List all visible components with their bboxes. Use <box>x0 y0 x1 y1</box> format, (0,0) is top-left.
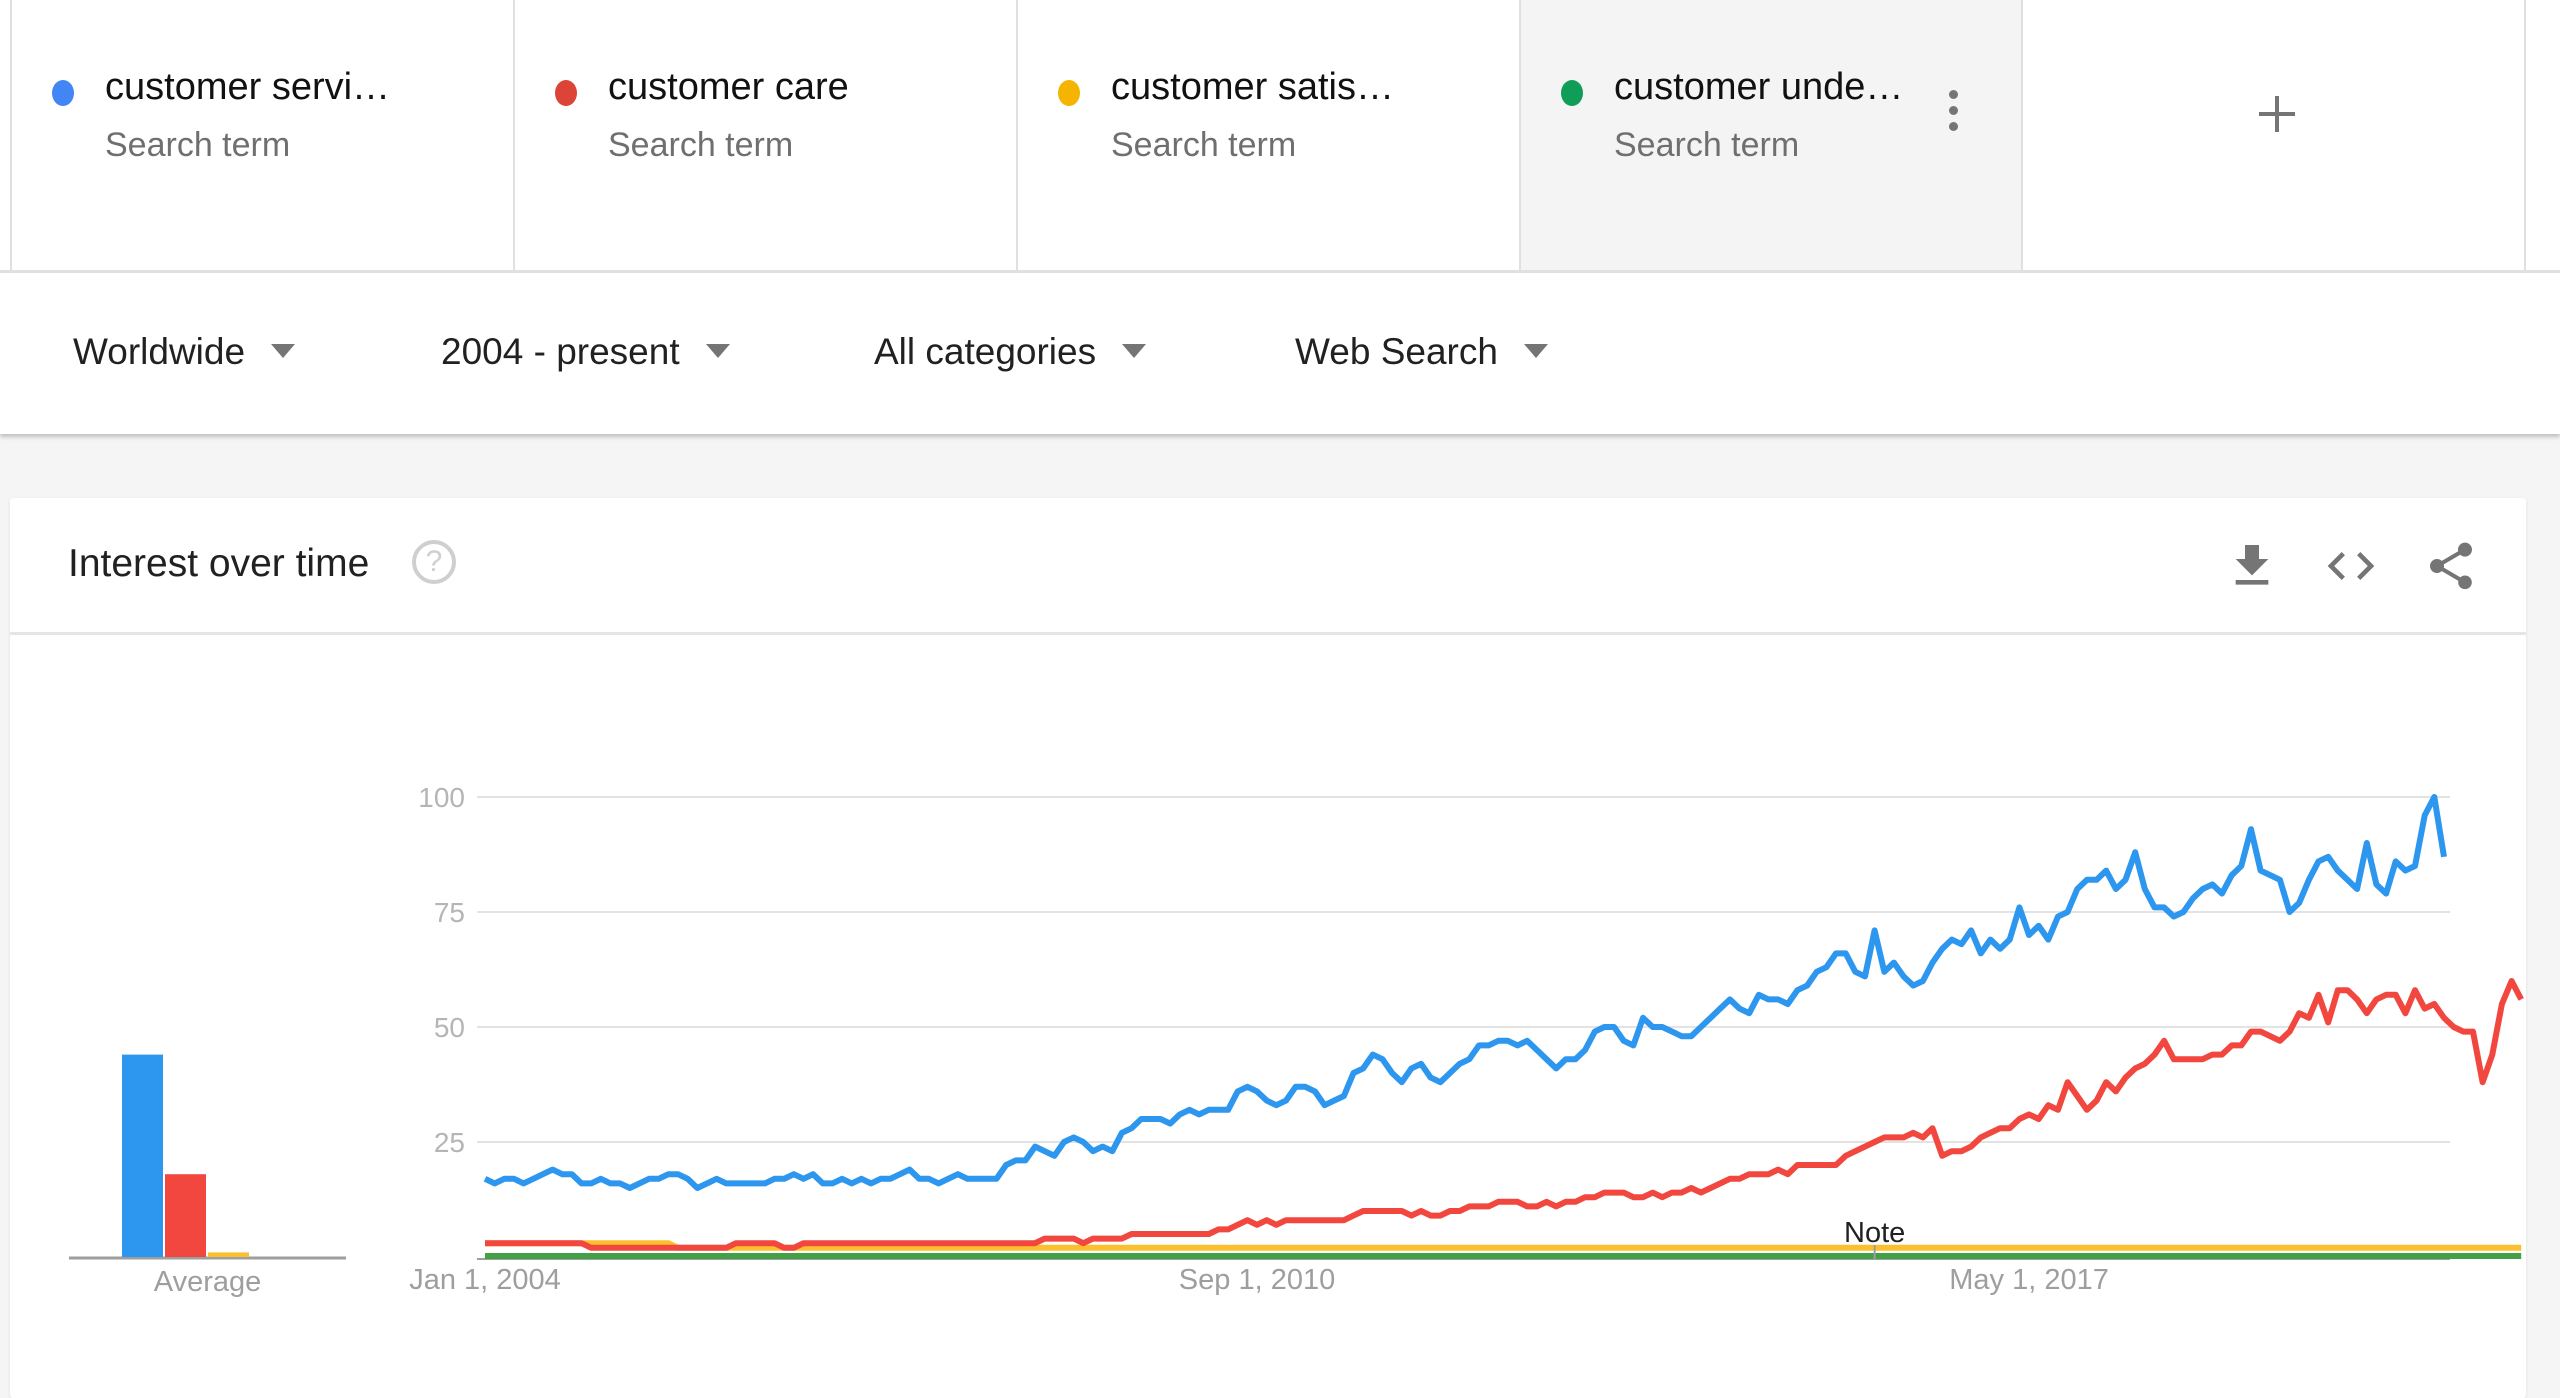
search-term-type: Search term <box>1111 126 1297 164</box>
search-type-dropdown[interactable]: Web Search <box>1295 331 1548 373</box>
card-header: Interest over time ? <box>10 498 2526 635</box>
series-color-dot <box>555 80 577 106</box>
dropdown-label: Web Search <box>1295 331 1498 372</box>
search-term-tile[interactable]: customer servi… Search term <box>10 0 513 270</box>
region-dropdown[interactable]: Worldwide <box>73 331 296 373</box>
category-dropdown[interactable]: All categories <box>874 331 1147 373</box>
series-color-dot <box>52 80 74 106</box>
search-term-label: customer unde… <box>1614 66 1904 108</box>
dropdown-label: Worldwide <box>73 331 246 372</box>
search-term-label: customer servi… <box>105 66 391 108</box>
caret-down-icon <box>271 344 296 358</box>
search-term-type: Search term <box>608 126 794 164</box>
time-range-dropdown[interactable]: 2004 - present <box>441 331 730 373</box>
plus-icon <box>2259 96 2295 132</box>
filter-bar: Worldwide 2004 - present All categories … <box>0 273 2560 434</box>
more-options-icon[interactable] <box>1946 90 1960 136</box>
embed-code-icon[interactable] <box>2323 538 2379 594</box>
search-term-tile[interactable]: customer unde… Search term <box>1519 0 2022 270</box>
card-title: Interest over time <box>68 542 370 585</box>
series-color-dot <box>1058 80 1080 106</box>
search-term-tile[interactable]: customer satis… Search term <box>1016 0 1519 270</box>
series-color-dot <box>1561 80 1583 106</box>
caret-down-icon <box>1523 344 1548 358</box>
search-term-label: customer care <box>608 66 849 108</box>
add-comparison-button[interactable] <box>2021 0 2526 270</box>
dropdown-label: All categories <box>874 331 1097 372</box>
caret-down-icon <box>1122 344 1147 358</box>
share-icon[interactable] <box>2423 538 2479 594</box>
search-term-type: Search term <box>1614 126 1800 164</box>
search-terms-bar: customer servi… Search term customer car… <box>0 0 2560 273</box>
dropdown-label: 2004 - present <box>441 331 680 372</box>
caret-down-icon <box>705 344 730 358</box>
search-term-tile[interactable]: customer care Search term <box>513 0 1016 270</box>
help-icon[interactable]: ? <box>412 540 456 584</box>
search-term-label: customer satis… <box>1111 66 1394 108</box>
search-term-type: Search term <box>105 126 291 164</box>
download-icon[interactable] <box>2224 538 2280 594</box>
interest-over-time-card: Interest over time ? <box>10 498 2526 1398</box>
